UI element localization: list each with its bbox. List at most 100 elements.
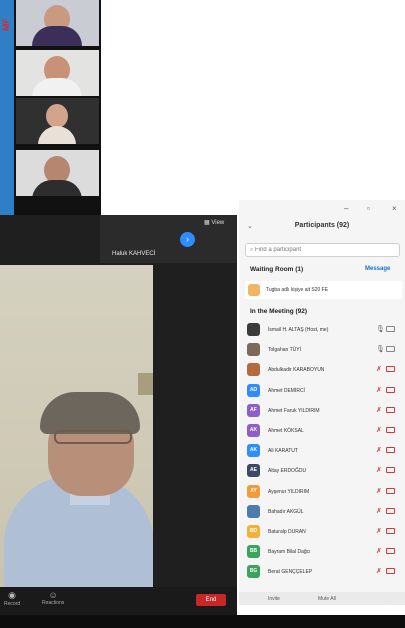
background-board	[138, 373, 153, 395]
camera-off-icon[interactable]	[386, 447, 395, 454]
participant-row[interactable]: Tolgahan TÜYİ 🎙︎	[245, 340, 402, 360]
participant-search[interactable]: ⌕	[245, 243, 400, 257]
avatar: AY	[247, 484, 260, 498]
reactions-label: Reactions	[42, 600, 65, 606]
camera-off-icon[interactable]	[386, 406, 395, 413]
end-meeting-button[interactable]: End	[196, 594, 226, 606]
microphone-muted-icon[interactable]: ✗	[376, 406, 382, 414]
avatar: AK	[247, 444, 260, 458]
more-options-icon[interactable]: ⋮	[386, 603, 395, 614]
close-icon[interactable]: ×	[392, 204, 397, 213]
avatar	[247, 343, 260, 357]
camera-off-icon[interactable]	[386, 528, 395, 534]
invite-button[interactable]: Invite	[268, 596, 280, 602]
microphone-muted-icon[interactable]: ✗	[376, 507, 382, 515]
waiting-room-title[interactable]: Waiting Room (1)	[250, 266, 303, 273]
volume-icon[interactable]: ◀︎	[330, 603, 337, 614]
mute-all-button[interactable]: Mute All	[318, 596, 336, 602]
microphone-muted-icon[interactable]: ✗	[376, 567, 382, 575]
avatar	[247, 504, 260, 518]
gallery-thumb[interactable]	[16, 0, 99, 46]
participant-row[interactable]: AF Ahmet Faruk YILDIRIM ✗	[245, 401, 402, 421]
microphone-muted-icon[interactable]: ✗	[376, 487, 382, 495]
reactions-button[interactable]: ☺ Reactions	[42, 590, 64, 606]
camera-off-icon[interactable]	[386, 467, 395, 474]
active-speaker-video	[0, 265, 153, 587]
avatar	[247, 323, 260, 336]
participant-name: Altay ERDOĞDU	[268, 468, 307, 475]
microphone-muted-icon[interactable]: ✗	[376, 466, 382, 474]
record-button[interactable]: ◉ Record	[4, 590, 20, 607]
participant-row[interactable]: Abdulkadir KARABOYUN ✗	[245, 360, 402, 380]
participant-row[interactable]: Bahadır AKGÜL ✗	[245, 502, 402, 522]
microphone-muted-icon[interactable]: ✗	[376, 426, 382, 434]
avatar	[247, 363, 260, 377]
participant-row[interactable]: AY Ayşenur YILDIRIM ✗	[245, 482, 402, 502]
participant-name: İsmail H. ALTAŞ (Host, me)	[268, 327, 329, 333]
participant-row[interactable]: İsmail H. ALTAŞ (Host, me) 🎙︎	[245, 320, 402, 340]
microphone-muted-icon[interactable]: ✗	[376, 386, 382, 394]
microphone-muted-icon[interactable]: ✗	[376, 365, 382, 373]
panel-title: Participants (92)	[294, 222, 350, 229]
maximize-icon[interactable]: ▫	[367, 204, 370, 213]
speaker-hair	[40, 392, 140, 434]
microphone-muted-icon[interactable]: ✗	[376, 527, 382, 535]
camera-off-icon[interactable]	[386, 386, 395, 393]
search-input[interactable]	[255, 247, 391, 253]
search-icon: ⌕	[250, 247, 254, 253]
participant-name: Abdulkadir KARABOYUN	[268, 367, 325, 374]
in-meeting-title[interactable]: In the Meeting (92)	[250, 308, 307, 315]
camera-icon[interactable]	[386, 326, 395, 332]
microphone-icon[interactable]: 🎙︎	[376, 325, 385, 333]
view-button[interactable]: ▦ View	[204, 219, 224, 226]
participant-name: Baturalp DURAN	[268, 529, 306, 535]
participant-face	[46, 104, 68, 128]
participant-body	[32, 26, 82, 46]
camera-off-icon[interactable]	[386, 427, 395, 433]
camera-icon[interactable]	[386, 346, 395, 353]
participant-row[interactable]: AK Ahmet KÖKSAL ✗	[245, 421, 402, 441]
participant-row[interactable]: AD Ahmet DEMİRCİ ✗	[245, 381, 402, 401]
shield-icon[interactable]: ›	[180, 232, 195, 247]
message-button[interactable]: Message	[365, 266, 390, 272]
camera-off-icon[interactable]	[386, 507, 395, 514]
gallery-thumb[interactable]	[16, 98, 99, 144]
avatar: BD	[247, 525, 260, 538]
avatar: AF	[247, 403, 260, 417]
fullscreen-icon[interactable]: ⛶	[358, 604, 364, 614]
waiting-entry-name: Tugba adlı kişiye ait S20 FE	[266, 287, 329, 293]
participant-row[interactable]: AK Ali KARATUT ✗	[245, 441, 402, 461]
avatar	[248, 284, 260, 296]
record-label: Record	[4, 601, 21, 607]
participant-name: Bahadır AKGÜL	[268, 508, 304, 515]
participant-row[interactable]: BB Bayram Bilal Dağcı ✗	[245, 542, 402, 562]
avatar: AE	[247, 464, 260, 478]
avatar: AD	[247, 383, 260, 397]
minimize-icon[interactable]: –	[344, 204, 348, 213]
reactions-icon: ☺	[48, 590, 58, 600]
participant-body	[32, 78, 82, 96]
microphone-muted-icon[interactable]: ✗	[376, 547, 382, 555]
avatar: BG	[247, 565, 260, 579]
participant-name: Ahmet DEMİRCİ	[268, 387, 305, 394]
participant-name: Ahmet Faruk YILDIRIM	[268, 407, 320, 414]
gallery-thumb[interactable]	[16, 150, 99, 196]
participant-name: Ali KARATUT	[268, 448, 298, 455]
brand-text: MF	[1, 18, 11, 31]
microphone-muted-icon[interactable]: ✗	[376, 446, 382, 454]
camera-off-icon[interactable]	[386, 548, 395, 555]
participant-row[interactable]: BD Baturalp DURAN ✗	[245, 522, 402, 542]
record-icon: ◉	[8, 590, 16, 600]
avatar: AK	[247, 424, 260, 437]
microphone-icon[interactable]: 🎙︎	[376, 345, 385, 353]
participant-name: Ahmet KÖKSAL	[268, 428, 304, 434]
participant-row[interactable]: AE Altay ERDOĞDU ✗	[245, 461, 402, 481]
participant-row[interactable]: BG Berat GENÇÇELEP ✗	[245, 562, 402, 582]
view-label: View	[211, 220, 225, 226]
camera-off-icon[interactable]	[386, 366, 395, 373]
participant-name: Bayram Bilal Dağcı	[268, 549, 311, 556]
player-bar	[0, 615, 405, 628]
camera-off-icon[interactable]	[386, 568, 395, 575]
gallery-thumb[interactable]	[16, 50, 99, 96]
camera-off-icon[interactable]	[386, 487, 395, 494]
